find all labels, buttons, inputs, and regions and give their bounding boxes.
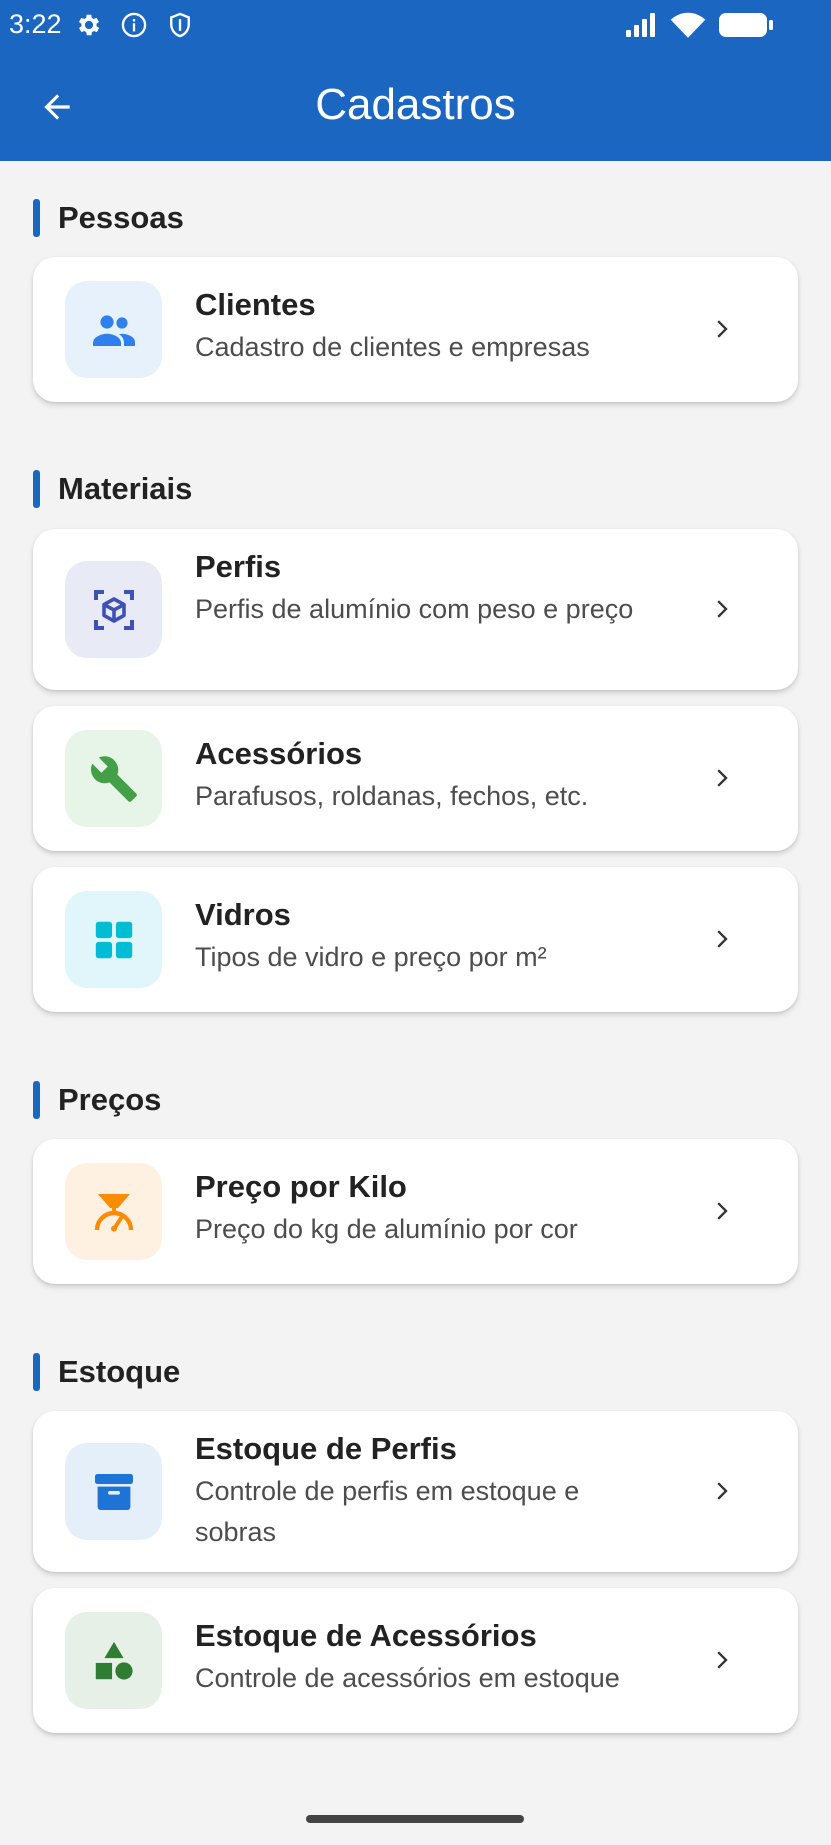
icon-box <box>65 1163 162 1260</box>
card-subtitle: Controle de acessórios em estoque <box>195 1663 620 1693</box>
icon-box <box>65 561 162 658</box>
section-header-estoque: Estoque <box>33 1352 180 1392</box>
chevron-right-icon <box>717 1651 728 1669</box>
chevron-right-icon <box>717 600 728 618</box>
chevron-right-icon <box>717 320 728 338</box>
battery-icon <box>719 13 773 37</box>
card-perfis[interactable]: Perfis Perfis de alumínio com peso e pre… <box>33 529 798 690</box>
inventory-box-icon <box>94 1473 133 1510</box>
section-accent-bar <box>33 1353 40 1391</box>
view-in-ar-cube-icon <box>93 589 134 630</box>
shield-icon <box>170 12 190 38</box>
card-subtitle: Perfis de alumínio com peso e preço <box>195 594 634 624</box>
home-indicator[interactable] <box>306 1815 524 1823</box>
card-title: Preço por Kilo <box>195 1169 407 1204</box>
card-title: Clientes <box>195 287 316 322</box>
card-title: Vidros <box>195 897 291 932</box>
card-title: Estoque de Acessórios <box>195 1618 537 1653</box>
card-title: Acessórios <box>195 736 363 771</box>
card-title: Estoque de Perfis <box>195 1431 457 1466</box>
card-estoque-de-acessorios[interactable]: Estoque de Acessórios Controle de acessó… <box>33 1588 798 1733</box>
section-header-pessoas: Pessoas <box>33 198 184 238</box>
chevron-right-icon <box>717 1482 728 1500</box>
status-time: 3:22 <box>9 9 62 39</box>
info-icon <box>121 12 147 38</box>
page-title: Cadastros <box>315 80 516 129</box>
card-subtitle: Cadastro de clientes e empresas <box>195 332 590 362</box>
wrench-icon <box>90 755 137 802</box>
card-preco-por-kilo[interactable]: Preço por Kilo Preço do kg de alumínio p… <box>33 1139 798 1284</box>
chevron-right-icon <box>717 1202 728 1220</box>
chevron-right-icon <box>717 769 728 787</box>
card-title: Perfis <box>195 549 282 584</box>
card-vidros[interactable]: Vidros Tipos de vidro e preço por m² <box>33 867 798 1012</box>
card-estoque-de-perfis[interactable]: Estoque de Perfis Controle de perfis em … <box>33 1411 798 1572</box>
signal-icon <box>626 13 655 37</box>
card-subtitle: Tipos de vidro e preço por m² <box>195 942 547 972</box>
section-accent-bar <box>33 1081 40 1119</box>
section-header-precos: Preços <box>33 1080 161 1120</box>
section-accent-bar <box>33 470 40 508</box>
people-icon <box>92 314 135 346</box>
section-accent-bar <box>33 199 40 237</box>
icon-box <box>65 1443 162 1540</box>
section-header-materiais: Materiais <box>33 469 192 509</box>
icon-box <box>65 281 162 378</box>
settings-gear-icon <box>78 14 100 36</box>
scale-icon <box>94 1193 133 1232</box>
icon-box <box>65 730 162 827</box>
section-label: Preços <box>58 1082 162 1117</box>
card-acessorios[interactable]: Acessórios Parafusos, roldanas, fechos, … <box>33 706 798 851</box>
card-subtitle: Preço do kg de alumínio por cor <box>195 1214 578 1244</box>
card-clientes[interactable]: Clientes Cadastro de clientes e empresas <box>33 257 798 402</box>
section-label: Materiais <box>58 471 193 506</box>
app-bar: 3:22 Cadastros <box>0 0 831 161</box>
section-label: Pessoas <box>58 200 184 235</box>
status-bar: 3:22 <box>0 0 831 50</box>
category-shapes-icon <box>95 1641 133 1680</box>
icon-box <box>65 891 162 988</box>
wifi-icon <box>670 12 706 38</box>
card-subtitle: Parafusos, roldanas, fechos, etc. <box>195 781 589 811</box>
chevron-right-icon <box>717 930 728 948</box>
card-subtitle: Controle de perfis em estoque e sobras <box>195 1476 580 1547</box>
window-icon <box>95 921 132 958</box>
icon-box <box>65 1612 162 1709</box>
section-label: Estoque <box>58 1354 181 1389</box>
